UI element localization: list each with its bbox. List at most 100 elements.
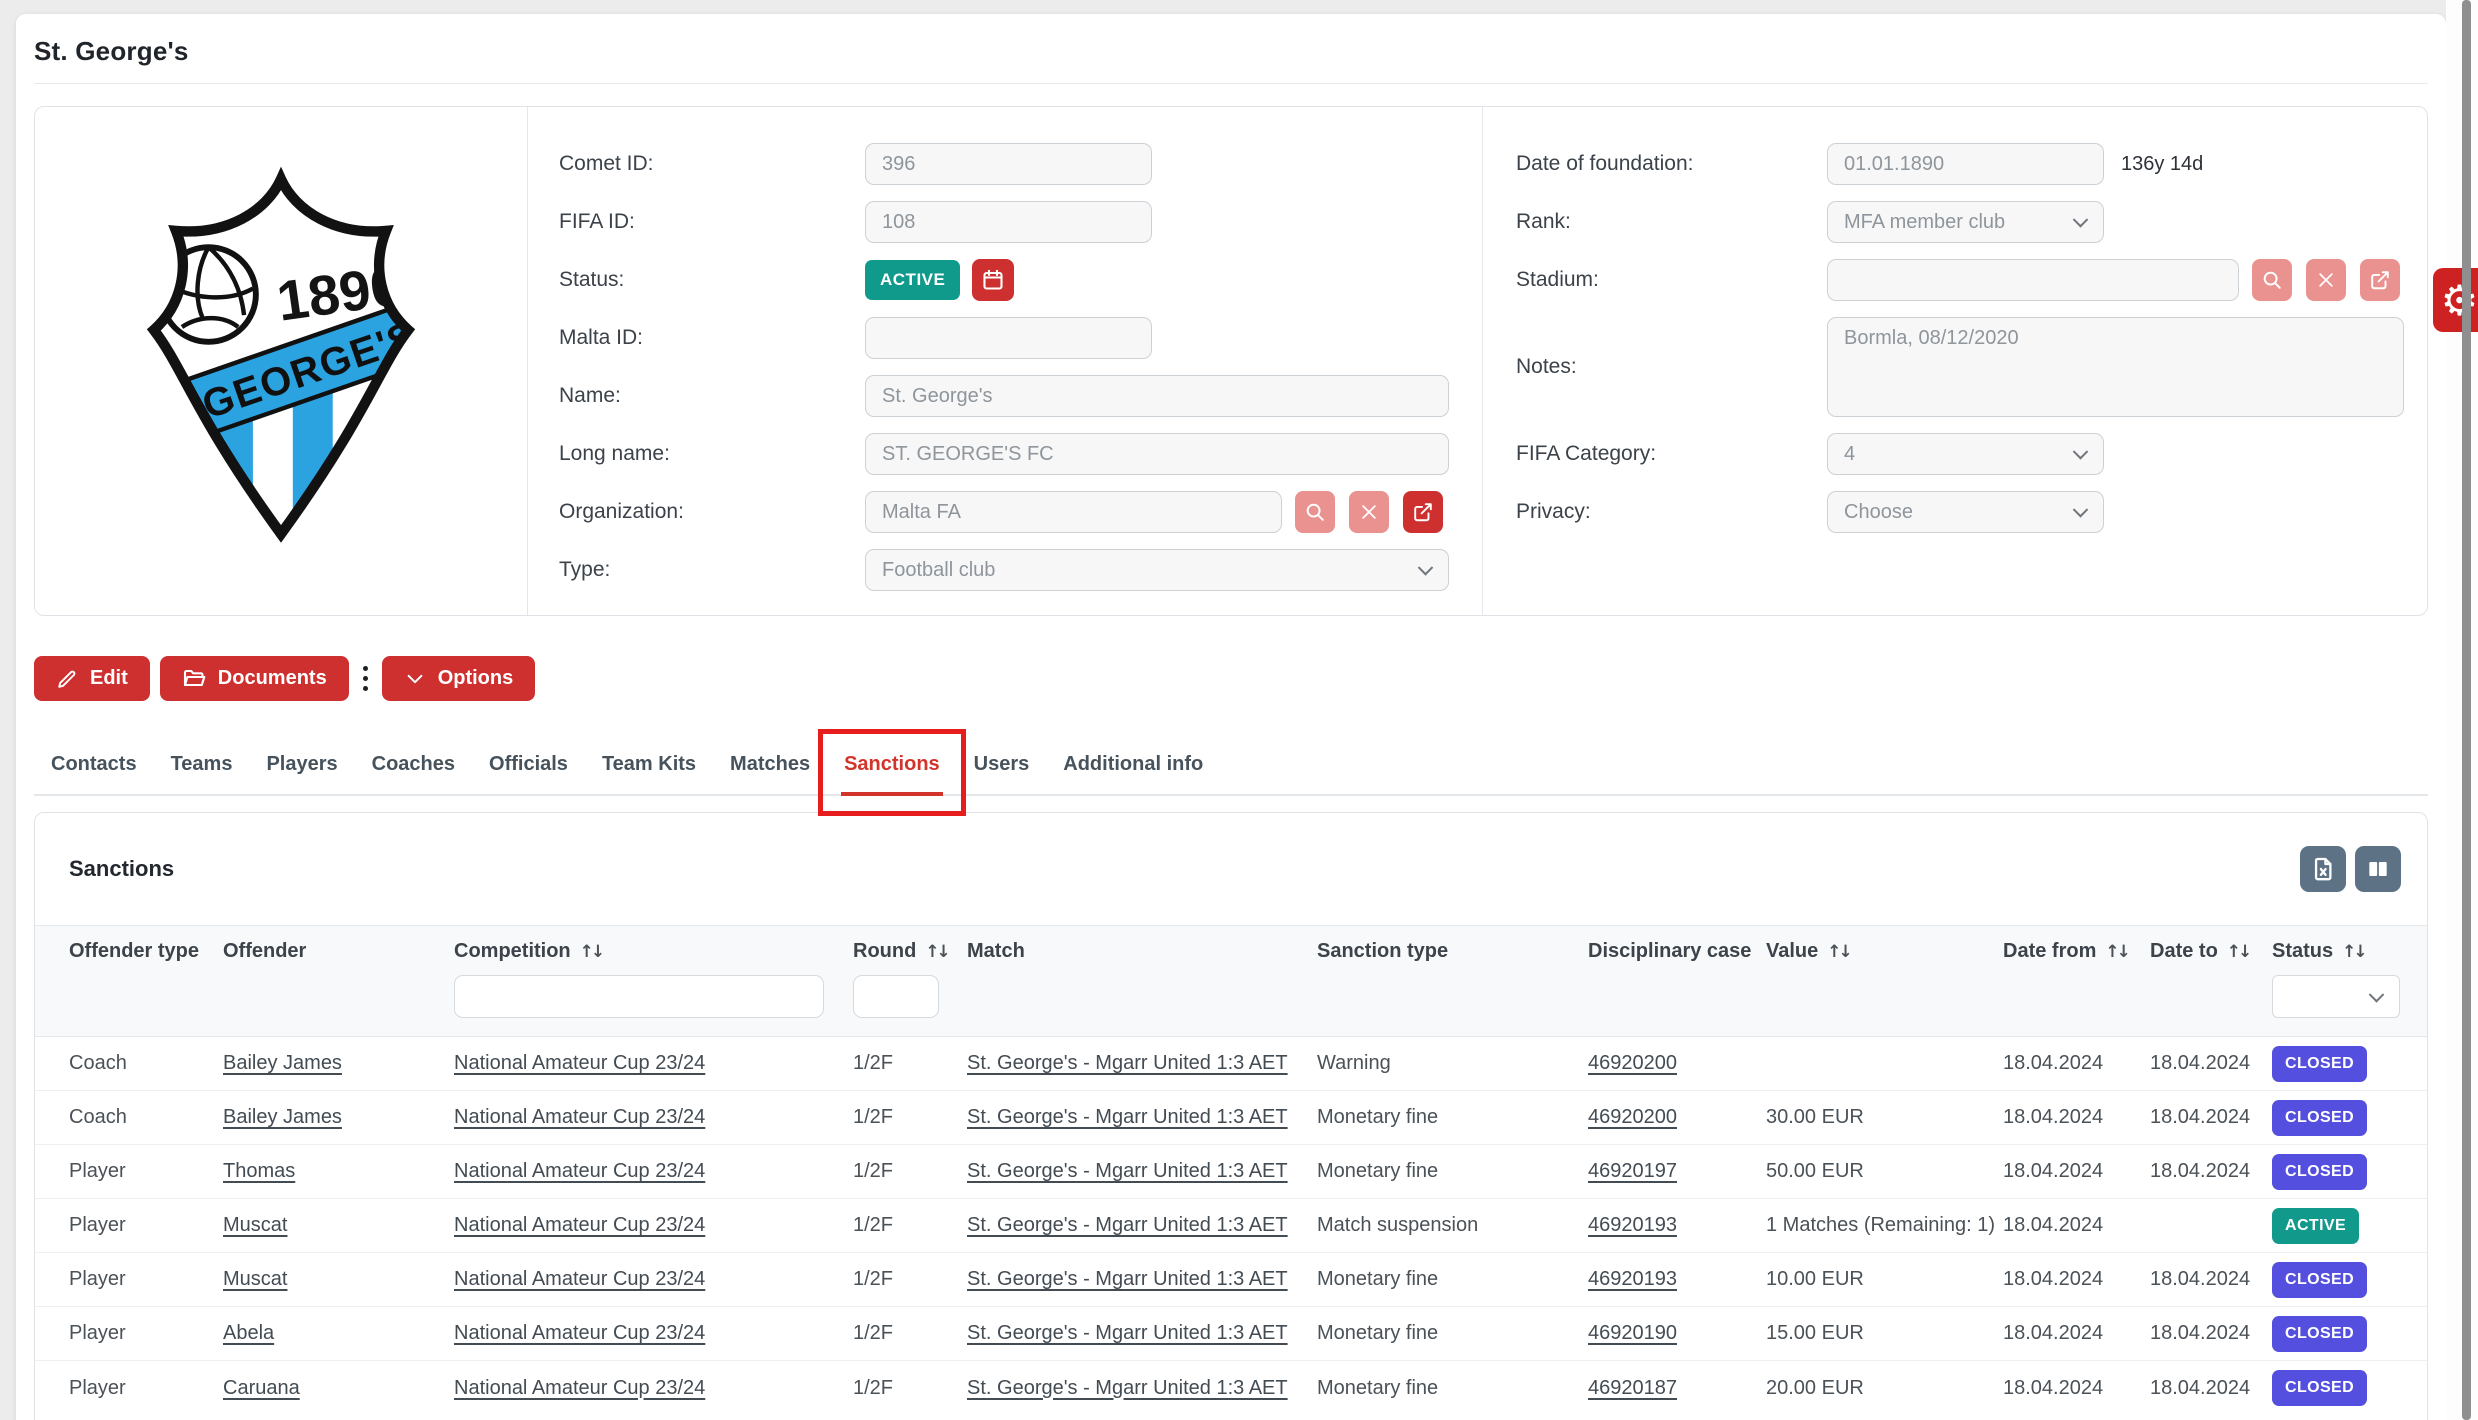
tab-sanctions[interactable]: Sanctions <box>827 753 957 794</box>
round-filter-input[interactable] <box>853 975 939 1018</box>
export-file-button[interactable] <box>2300 846 2346 892</box>
offender-link[interactable]: Muscat <box>223 1214 287 1236</box>
cell-case: 46920193 <box>1588 1268 1766 1291</box>
table-row: CoachBailey JamesNational Amateur Cup 23… <box>35 1037 2427 1091</box>
cell-value: 10.00 EUR <box>1766 1268 2003 1291</box>
chevron-down-icon <box>1418 560 1434 576</box>
competition-link[interactable]: National Amateur Cup 23/24 <box>454 1268 705 1290</box>
case-link[interactable]: 46920200 <box>1588 1052 1677 1074</box>
column-settings-button[interactable] <box>2355 846 2401 892</box>
case-link[interactable]: 46920200 <box>1588 1106 1677 1128</box>
tab-contacts[interactable]: Contacts <box>34 753 154 794</box>
tab-label: Players <box>266 753 337 775</box>
options-button[interactable]: Options <box>382 656 536 701</box>
case-link[interactable]: 46920193 <box>1588 1214 1677 1236</box>
tab-matches[interactable]: Matches <box>713 753 827 794</box>
offender-link[interactable]: Thomas <box>223 1160 295 1182</box>
tab-officials[interactable]: Officials <box>472 753 585 794</box>
offender-link[interactable]: Bailey James <box>223 1106 342 1128</box>
offender-link[interactable]: Muscat <box>223 1268 287 1290</box>
competition-link[interactable]: National Amateur Cup 23/24 <box>454 1106 705 1128</box>
foundation-input[interactable]: 01.01.1890 <box>1827 143 2104 185</box>
competition-link[interactable]: National Amateur Cup 23/24 <box>454 1052 705 1074</box>
chevron-down-icon <box>2369 987 2385 1003</box>
stadium-open-button[interactable] <box>2360 259 2400 301</box>
match-link[interactable]: St. George's - Mgarr United 1:3 AET <box>967 1322 1288 1344</box>
more-actions-menu[interactable] <box>363 664 368 694</box>
notes-textarea[interactable]: Bormla, 08/12/2020 <box>1827 317 2404 417</box>
competition-link[interactable]: National Amateur Cup 23/24 <box>454 1322 705 1344</box>
match-link[interactable]: St. George's - Mgarr United 1:3 AET <box>967 1268 1288 1290</box>
name-input[interactable]: St. George's <box>865 375 1449 417</box>
case-link[interactable]: 46920193 <box>1588 1268 1677 1290</box>
organization-open-button[interactable] <box>1403 491 1443 533</box>
privacy-select[interactable]: Choose <box>1827 491 2104 533</box>
sort-icon[interactable]: ↑↓ <box>925 942 948 962</box>
sort-icon[interactable]: ↑↓ <box>2342 942 2365 962</box>
cell-offender: Abela <box>223 1322 454 1345</box>
sort-icon[interactable]: ↑↓ <box>2227 942 2250 962</box>
cell-match: St. George's - Mgarr United 1:3 AET <box>967 1160 1317 1183</box>
offender-link[interactable]: Caruana <box>223 1377 300 1399</box>
competition-link[interactable]: National Amateur Cup 23/24 <box>454 1160 705 1182</box>
cell-value: 20.00 EUR <box>1766 1377 2003 1400</box>
fifa-category-select[interactable]: 4 <box>1827 433 2104 475</box>
cell-round: 1/2F <box>853 1322 967 1345</box>
stadium-search-button[interactable] <box>2252 259 2292 301</box>
page-title: St. George's <box>34 14 2428 67</box>
page-scrollbar[interactable] <box>2462 0 2471 1420</box>
tab-team-kits[interactable]: Team Kits <box>585 753 713 794</box>
case-link[interactable]: 46920190 <box>1588 1322 1677 1344</box>
cell-date-from: 18.04.2024 <box>2003 1160 2150 1183</box>
column-header-date-from[interactable]: Date from↑↓ <box>2003 940 2150 963</box>
offender-link[interactable]: Bailey James <box>223 1052 342 1074</box>
table-row: CoachBailey JamesNational Amateur Cup 23… <box>35 1091 2427 1145</box>
organization-search-button[interactable] <box>1295 491 1335 533</box>
column-header-competition[interactable]: Competition↑↓ <box>454 940 853 963</box>
rank-select[interactable]: MFA member club <box>1827 201 2104 243</box>
case-link[interactable]: 46920187 <box>1588 1377 1677 1399</box>
column-header-date-to[interactable]: Date to↑↓ <box>2150 940 2272 963</box>
match-link[interactable]: St. George's - Mgarr United 1:3 AET <box>967 1052 1288 1074</box>
organization-clear-button[interactable] <box>1349 491 1389 533</box>
competition-link[interactable]: National Amateur Cup 23/24 <box>454 1377 705 1399</box>
match-link[interactable]: St. George's - Mgarr United 1:3 AET <box>967 1106 1288 1128</box>
tab-coaches[interactable]: Coaches <box>355 753 472 794</box>
tab-additional-info[interactable]: Additional info <box>1046 753 1220 794</box>
match-link[interactable]: St. George's - Mgarr United 1:3 AET <box>967 1160 1288 1182</box>
cell-round: 1/2F <box>853 1160 967 1183</box>
tab-teams[interactable]: Teams <box>154 753 250 794</box>
sort-icon[interactable]: ↑↓ <box>2105 942 2128 962</box>
offender-link[interactable]: Abela <box>223 1322 274 1344</box>
documents-button[interactable]: Documents <box>160 656 349 701</box>
tab-players[interactable]: Players <box>249 753 354 794</box>
cell-date-from: 18.04.2024 <box>2003 1214 2150 1237</box>
club-detail-card: St. George's <box>16 14 2446 1420</box>
comet-id-input[interactable]: 396 <box>865 143 1152 185</box>
organization-input[interactable]: Malta FA <box>865 491 1282 533</box>
stadium-clear-button[interactable] <box>2306 259 2346 301</box>
long-name-input[interactable]: ST. GEORGE'S FC <box>865 433 1449 475</box>
competition-link[interactable]: National Amateur Cup 23/24 <box>454 1214 705 1236</box>
cell-sanction-type: Monetary fine <box>1317 1268 1588 1291</box>
fifa-id-input[interactable]: 108 <box>865 201 1152 243</box>
tab-label: Additional info <box>1063 753 1203 775</box>
stadium-input[interactable] <box>1827 259 2239 301</box>
status-filter-select[interactable] <box>2272 975 2400 1018</box>
type-select[interactable]: Football club <box>865 549 1449 591</box>
column-header-status[interactable]: Status↑↓ <box>2272 940 2415 963</box>
match-link[interactable]: St. George's - Mgarr United 1:3 AET <box>967 1214 1288 1236</box>
edit-button[interactable]: Edit <box>34 656 150 701</box>
case-link[interactable]: 46920197 <box>1588 1160 1677 1182</box>
sort-icon[interactable]: ↑↓ <box>1827 942 1850 962</box>
competition-filter-input[interactable] <box>454 975 824 1018</box>
column-header-round[interactable]: Round↑↓ <box>853 940 967 963</box>
status-history-calendar-button[interactable] <box>972 259 1014 301</box>
column-header-value[interactable]: Value↑↓ <box>1766 940 2003 963</box>
malta-id-input[interactable] <box>865 317 1152 359</box>
sort-icon[interactable]: ↑↓ <box>580 942 603 962</box>
column-label: Offender type <box>69 940 199 963</box>
settings-gear-button[interactable]: ⚙ <box>2433 268 2478 332</box>
match-link[interactable]: St. George's - Mgarr United 1:3 AET <box>967 1377 1288 1399</box>
tab-users[interactable]: Users <box>957 753 1047 794</box>
